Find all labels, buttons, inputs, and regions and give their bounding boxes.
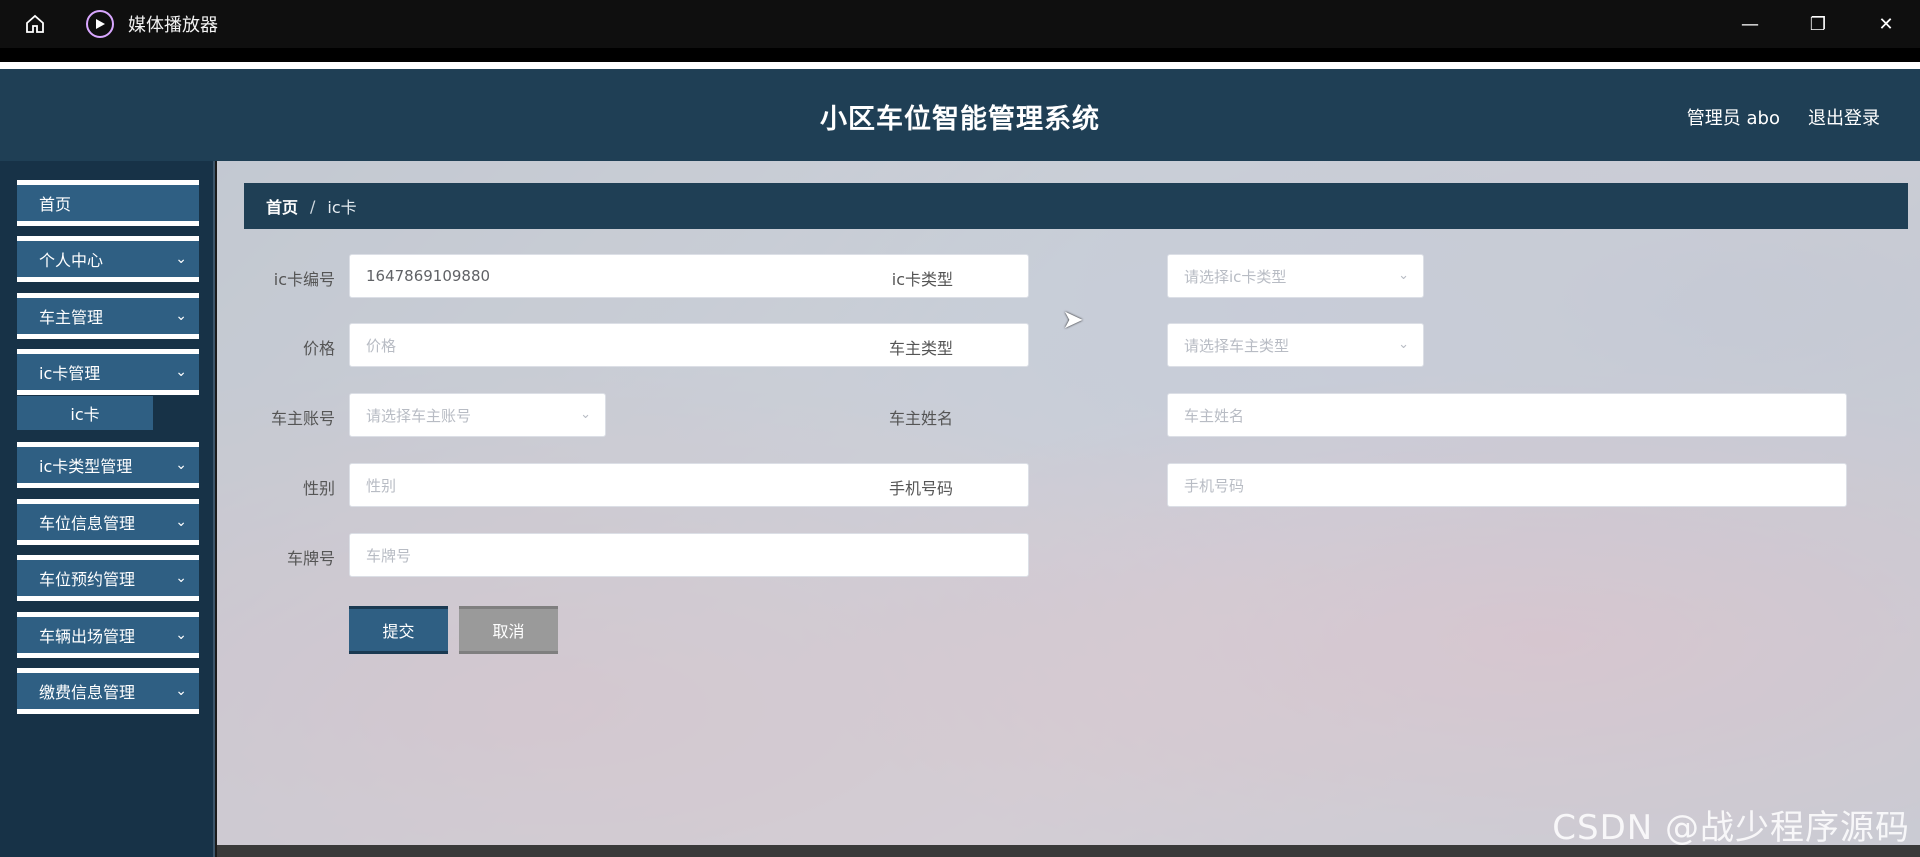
sidebar-item-label: 个人中心 bbox=[39, 251, 104, 270]
chevron-down-icon: ⌄ bbox=[1398, 337, 1409, 352]
sidebar-item-payment-info-management[interactable]: 缴费信息管理 ⌄ bbox=[17, 668, 199, 714]
owner-type-label: 车主类型 bbox=[888, 339, 953, 358]
sidebar-item-label: 车位信息管理 bbox=[39, 514, 136, 533]
sidebar-item-label: 缴费信息管理 bbox=[39, 683, 136, 702]
sidebar-item-ic-card-type-management[interactable]: ic卡类型管理 ⌄ bbox=[17, 442, 199, 488]
card-type-select[interactable]: 请选择ic卡类型 ⌄ bbox=[1167, 254, 1424, 298]
card-type-placeholder: 请选择ic卡类型 bbox=[1184, 267, 1287, 286]
breadcrumb-separator: / bbox=[310, 196, 316, 216]
chevron-down-icon: ⌄ bbox=[175, 251, 187, 267]
sidebar-item-owner-management[interactable]: 车主管理 ⌄ bbox=[17, 293, 199, 339]
plate-label: 车牌号 bbox=[286, 549, 335, 568]
breadcrumb: 首页 / ic卡 bbox=[244, 183, 1908, 229]
card-no-label: ic卡编号 bbox=[273, 270, 335, 289]
sidebar-subitem-ic-card[interactable]: ic卡 bbox=[17, 396, 153, 430]
owner-account-label: 车主账号 bbox=[270, 409, 335, 428]
sidebar: 首页 个人中心 ⌄ 车主管理 ⌄ ic卡管理 ⌄ ic卡 ic卡类型管理 ⌄ 车… bbox=[0, 161, 215, 857]
breadcrumb-home[interactable]: 首页 bbox=[266, 194, 298, 218]
chevron-down-icon: ⌄ bbox=[175, 457, 187, 473]
sidebar-item-label: ic卡类型管理 bbox=[39, 457, 133, 476]
minimize-button[interactable]: — bbox=[1716, 0, 1784, 48]
plate-input[interactable]: 车牌号 bbox=[349, 533, 1029, 577]
close-button[interactable]: ✕ bbox=[1852, 0, 1920, 48]
chevron-down-icon: ⌄ bbox=[175, 683, 187, 699]
chevron-down-icon: ⌄ bbox=[175, 308, 187, 324]
window-title: 媒体播放器 bbox=[128, 15, 218, 36]
cancel-button[interactable]: 取消 bbox=[459, 606, 558, 654]
chevron-down-icon: ⌄ bbox=[580, 407, 591, 422]
owner-type-placeholder: 请选择车主类型 bbox=[1184, 336, 1290, 355]
restore-button[interactable]: ❐ bbox=[1784, 0, 1852, 48]
sidebar-item-vehicle-exit-management[interactable]: 车辆出场管理 ⌄ bbox=[17, 612, 199, 658]
price-label: 价格 bbox=[302, 339, 335, 358]
app-header: 小区车位智能管理系统 管理员 abo 退出登录 bbox=[0, 69, 1920, 161]
main-content: 首页 / ic卡 ic卡编号 1647869109880 ic卡类型 请选择ic… bbox=[217, 161, 1920, 845]
home-button[interactable] bbox=[0, 0, 70, 48]
mouse-cursor-icon: ➤ bbox=[1062, 305, 1084, 335]
chevron-down-icon: ⌄ bbox=[1398, 268, 1409, 283]
sidebar-item-parking-info-management[interactable]: 车位信息管理 ⌄ bbox=[17, 499, 199, 545]
phone-label: 手机号码 bbox=[888, 479, 953, 498]
chevron-down-icon: ⌄ bbox=[175, 627, 187, 643]
chevron-down-icon: ⌄ bbox=[175, 514, 187, 530]
sidebar-item-parking-reservation-management[interactable]: 车位预约管理 ⌄ bbox=[17, 555, 199, 601]
sidebar-item-personal-center[interactable]: 个人中心 ⌄ bbox=[17, 236, 199, 282]
video-bar bbox=[0, 48, 1920, 62]
site-title: 小区车位智能管理系统 bbox=[820, 104, 1100, 135]
divider bbox=[0, 62, 1920, 69]
sidebar-item-ic-card-management[interactable]: ic卡管理 ⌄ bbox=[17, 349, 199, 395]
sidebar-item-label: 车主管理 bbox=[39, 308, 104, 327]
submit-button[interactable]: 提交 bbox=[349, 606, 448, 654]
breadcrumb-current: ic卡 bbox=[327, 198, 357, 217]
chevron-down-icon: ⌄ bbox=[175, 570, 187, 586]
sidebar-item-label: 首页 bbox=[39, 195, 72, 214]
sidebar-item-label: 车辆出场管理 bbox=[39, 627, 136, 646]
window-titlebar: 媒体播放器 — ❐ ✕ bbox=[0, 0, 1920, 48]
current-user: 管理员 abo bbox=[1686, 108, 1780, 129]
card-type-label: ic卡类型 bbox=[891, 270, 953, 289]
chevron-down-icon: ⌄ bbox=[175, 364, 187, 380]
home-icon bbox=[26, 14, 44, 33]
sidebar-item-label: 车位预约管理 bbox=[39, 570, 136, 589]
owner-account-placeholder: 请选择车主账号 bbox=[366, 406, 472, 425]
sidebar-item-label: ic卡管理 bbox=[39, 364, 101, 383]
gender-label: 性别 bbox=[302, 479, 335, 498]
owner-name-label: 车主姓名 bbox=[888, 409, 953, 428]
sidebar-item-home[interactable]: 首页 bbox=[17, 180, 199, 226]
owner-account-select[interactable]: 请选择车主账号 ⌄ bbox=[349, 393, 606, 437]
owner-name-input[interactable]: 车主姓名 bbox=[1167, 393, 1847, 437]
media-player-icon bbox=[86, 10, 114, 38]
phone-input[interactable]: 手机号码 bbox=[1167, 463, 1847, 507]
watermark: CSDN @战少程序源码 bbox=[1552, 808, 1910, 848]
owner-type-select[interactable]: 请选择车主类型 ⌄ bbox=[1167, 323, 1424, 367]
logout-link[interactable]: 退出登录 bbox=[1808, 104, 1880, 130]
